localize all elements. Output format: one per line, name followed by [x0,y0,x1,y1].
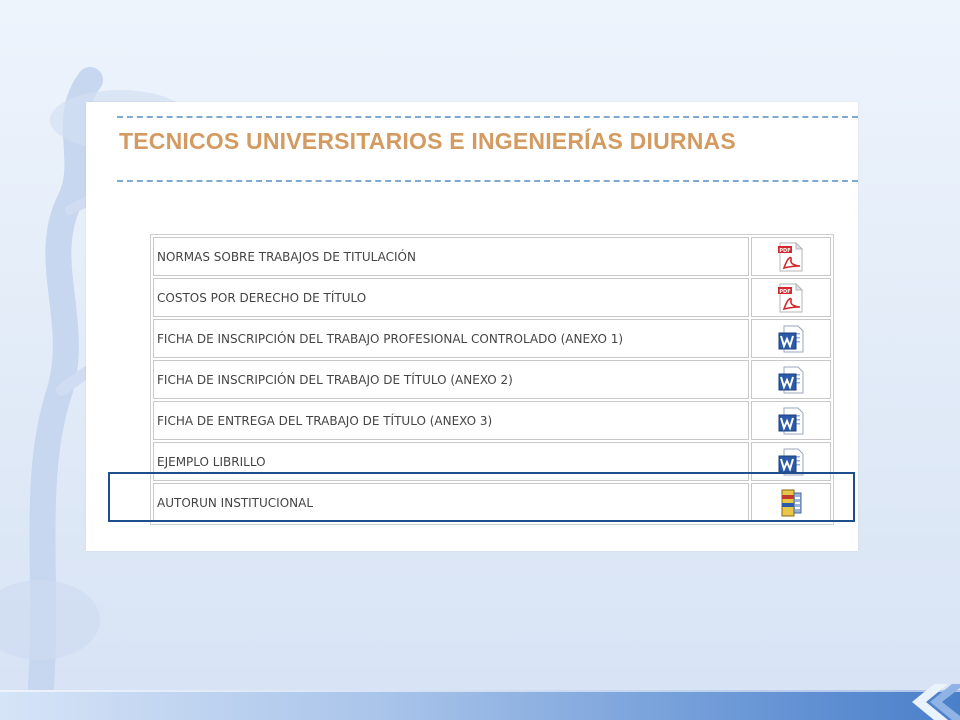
table-row: FICHA DE ENTREGA DEL TRABAJO DE TÍTULO (… [153,401,831,440]
download-cell[interactable] [751,360,831,399]
download-cell[interactable]: PDF [751,237,831,276]
table-row: AUTORUN INSTITUCIONAL [153,483,831,522]
pdf-icon[interactable]: PDF [778,241,804,272]
download-cell[interactable] [751,483,831,522]
document-label[interactable]: EJEMPLO LIBRILLO [153,442,750,481]
pdf-badge-text: PDF [780,248,791,254]
page-title: TECNICOS UNIVERSITARIOS E INGENIERÍAS DI… [119,128,736,154]
pdf-badge-text: PDF [780,289,791,295]
word-icon[interactable] [778,448,804,476]
table-row: NORMAS SOBRE TRABAJOS DE TITULACIÓN PDF [153,237,831,276]
word-icon[interactable] [778,366,804,394]
archive-icon[interactable] [778,488,804,518]
download-cell[interactable] [751,442,831,481]
table-row: COSTOS POR DERECHO DE TÍTULO PDF [153,278,831,317]
divider-top [117,116,858,118]
word-icon[interactable] [778,325,804,353]
table-row: FICHA DE INSCRIPCIÓN DEL TRABAJO DE TÍTU… [153,360,831,399]
documents-table: NORMAS SOBRE TRABAJOS DE TITULACIÓN PDF … [150,234,834,525]
document-label[interactable]: COSTOS POR DERECHO DE TÍTULO [153,278,750,317]
footer-shine [0,690,960,692]
document-label[interactable]: NORMAS SOBRE TRABAJOS DE TITULACIÓN [153,237,750,276]
chevron-left-icon [912,684,960,720]
word-icon[interactable] [778,407,804,435]
download-cell[interactable]: PDF [751,278,831,317]
document-label[interactable]: FICHA DE ENTREGA DEL TRABAJO DE TÍTULO (… [153,401,750,440]
footer-bar [0,690,960,720]
divider-bottom [117,180,858,182]
document-label[interactable]: FICHA DE INSCRIPCIÓN DEL TRABAJO PROFESI… [153,319,750,358]
document-label[interactable]: FICHA DE INSCRIPCIÓN DEL TRABAJO DE TÍTU… [153,360,750,399]
document-panel: TECNICOS UNIVERSITARIOS E INGENIERÍAS DI… [86,102,858,551]
table-row: FICHA DE INSCRIPCIÓN DEL TRABAJO PROFESI… [153,319,831,358]
pdf-icon[interactable]: PDF [778,282,804,313]
table-row: EJEMPLO LIBRILLO [153,442,831,481]
document-label[interactable]: AUTORUN INSTITUCIONAL [153,483,750,522]
download-cell[interactable] [751,319,831,358]
download-cell[interactable] [751,401,831,440]
